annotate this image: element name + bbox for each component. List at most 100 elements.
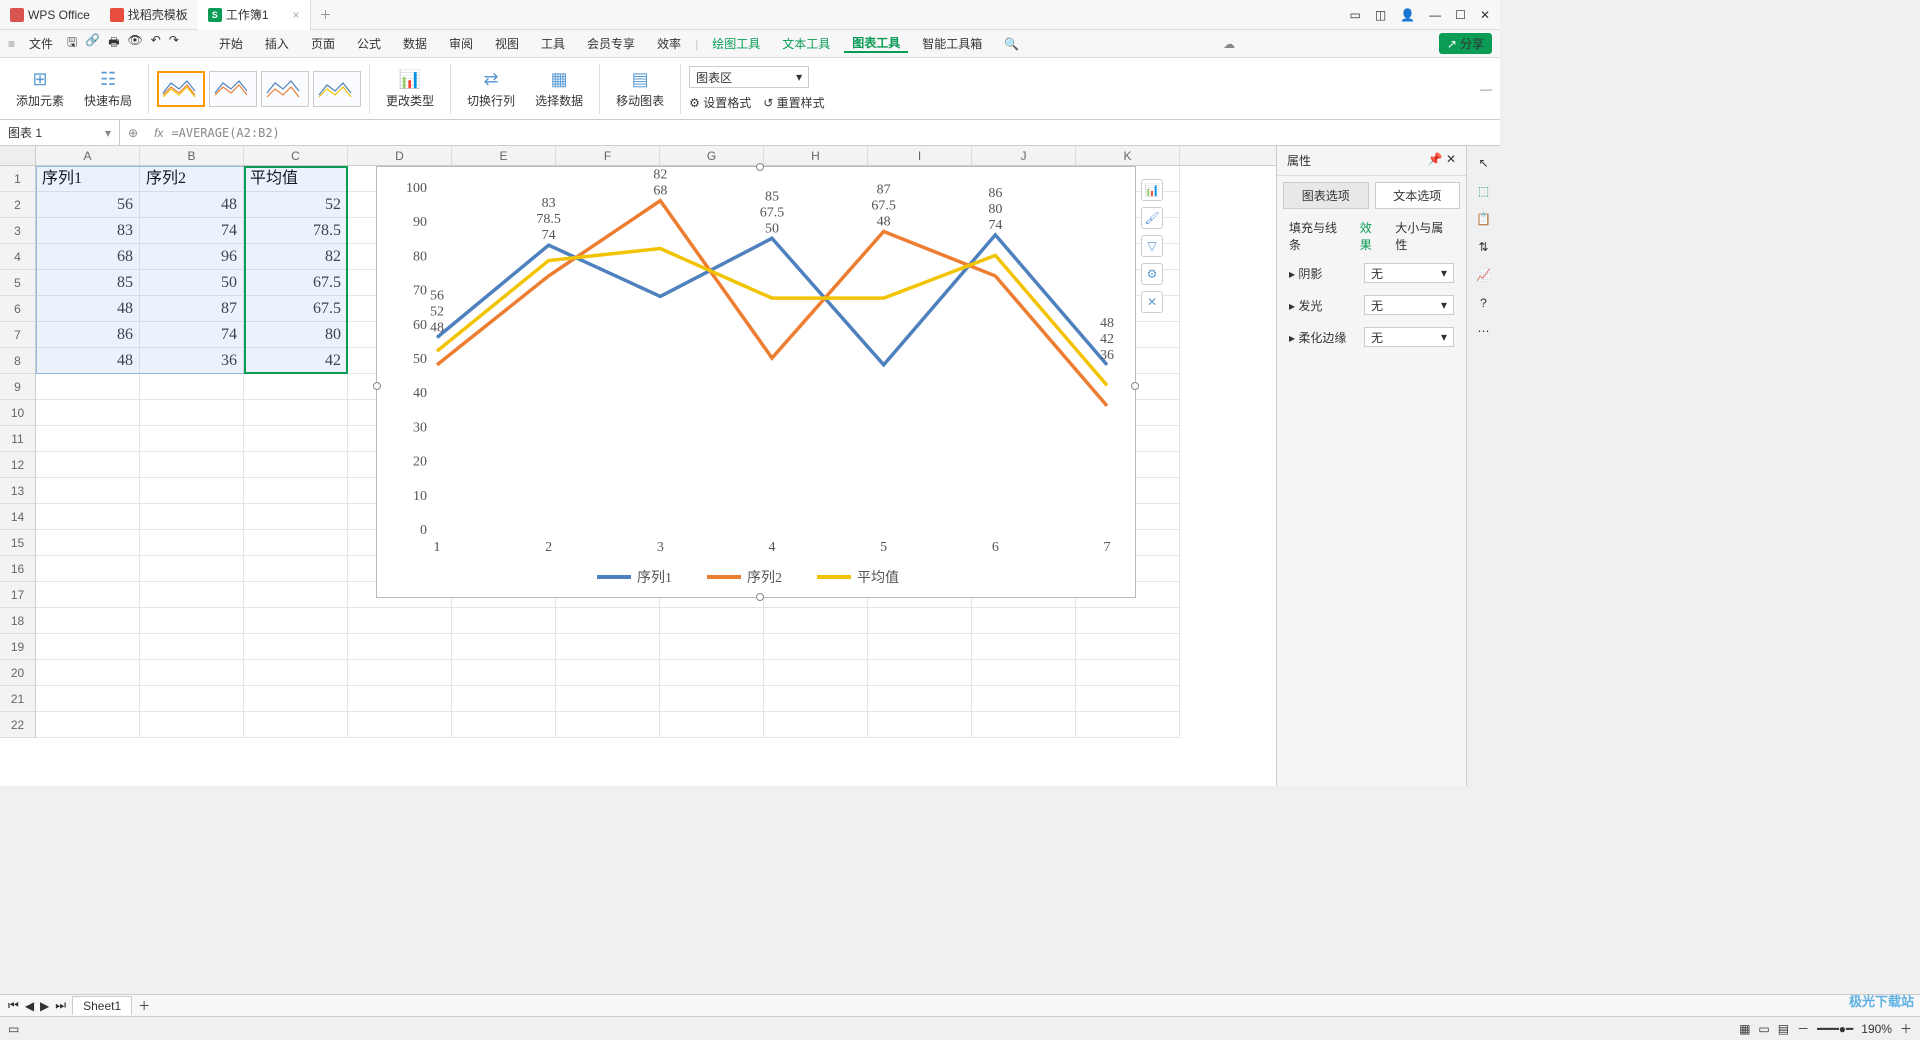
col-header-a[interactable]: A xyxy=(36,146,140,165)
cell[interactable] xyxy=(868,660,972,686)
label-glow[interactable]: 发光 xyxy=(1298,299,1322,313)
cell[interactable]: 56 xyxy=(36,192,140,218)
formula-input[interactable]: =AVERAGE(A2:B2) xyxy=(171,126,279,140)
row-header[interactable]: 8 xyxy=(0,348,36,374)
cell[interactable] xyxy=(868,608,972,634)
row-header[interactable]: 3 xyxy=(0,218,36,244)
col-header-j[interactable]: J xyxy=(972,146,1076,165)
cell[interactable] xyxy=(244,400,348,426)
worksheet[interactable]: A B C D E F G H I J K 1序列1序列2平均值25648523… xyxy=(0,146,1276,786)
cell[interactable]: 序列1 xyxy=(36,166,140,192)
cell[interactable]: 52 xyxy=(244,192,348,218)
cell[interactable] xyxy=(244,556,348,582)
cell[interactable] xyxy=(140,634,244,660)
prev-sheet-icon[interactable]: ◀ xyxy=(25,999,34,1013)
tab-chart-options[interactable]: 图表选项 xyxy=(1283,182,1369,209)
cell[interactable] xyxy=(556,712,660,738)
sheet-tab[interactable]: Sheet1 xyxy=(72,996,132,1015)
cell[interactable] xyxy=(972,634,1076,660)
cell[interactable] xyxy=(660,686,764,712)
cell[interactable] xyxy=(660,608,764,634)
cell[interactable]: 83 xyxy=(36,218,140,244)
cell[interactable] xyxy=(140,686,244,712)
tab-close-icon[interactable]: × xyxy=(293,8,300,22)
menu-data[interactable]: 数据 xyxy=(395,35,435,52)
row-header[interactable]: 2 xyxy=(0,192,36,218)
cell[interactable]: 80 xyxy=(244,322,348,348)
cell[interactable]: 68 xyxy=(36,244,140,270)
set-format-button[interactable]: ⚙ 设置格式 xyxy=(689,94,751,111)
cell[interactable] xyxy=(36,452,140,478)
preview-icon[interactable]: 👁 xyxy=(128,33,143,54)
row-header[interactable]: 5 xyxy=(0,270,36,296)
cell[interactable] xyxy=(556,686,660,712)
cell[interactable] xyxy=(140,582,244,608)
cell[interactable] xyxy=(452,686,556,712)
menu-smart-toolbox[interactable]: 智能工具箱 xyxy=(914,35,990,52)
cell[interactable] xyxy=(452,712,556,738)
chart-elements-icon[interactable]: 📊 xyxy=(1141,179,1163,201)
col-header-i[interactable]: I xyxy=(868,146,972,165)
chart-object[interactable]: 010203040506070809010012345675652488378.… xyxy=(376,166,1136,598)
search-icon[interactable]: 🔍 xyxy=(996,37,1027,51)
name-box[interactable]: 图表 1▾ xyxy=(0,120,120,145)
cell[interactable] xyxy=(244,582,348,608)
reset-style-button[interactable]: ↺ 重置样式 xyxy=(763,94,824,111)
cell[interactable] xyxy=(972,712,1076,738)
maximize-icon[interactable]: ☐ xyxy=(1455,8,1466,22)
cell[interactable] xyxy=(36,712,140,738)
cell[interactable]: 74 xyxy=(140,218,244,244)
chart-style-3[interactable] xyxy=(261,71,309,107)
glow-dropdown[interactable]: 无▾ xyxy=(1364,295,1454,315)
cell[interactable] xyxy=(348,660,452,686)
chart-area-dropdown[interactable]: 图表区▾ xyxy=(689,66,809,88)
chart-style-4[interactable] xyxy=(313,71,361,107)
view-page-icon[interactable]: ▭ xyxy=(1758,1022,1769,1036)
fx-icon[interactable]: fx xyxy=(146,126,171,140)
last-sheet-icon[interactable]: ⏭ xyxy=(55,998,66,1013)
move-chart-button[interactable]: ▤移动图表 xyxy=(608,69,672,109)
zoom-slider[interactable]: ━━━●━ xyxy=(1817,1022,1853,1036)
cell[interactable]: 67.5 xyxy=(244,270,348,296)
row-header[interactable]: 13 xyxy=(0,478,36,504)
redo-icon[interactable]: ↷ xyxy=(169,33,179,54)
chart-style-icon[interactable]: 🖌 xyxy=(1141,207,1163,229)
sub-effects[interactable]: 效果 xyxy=(1360,219,1384,253)
menu-page[interactable]: 页面 xyxy=(303,35,343,52)
row-header[interactable]: 4 xyxy=(0,244,36,270)
zoom-level[interactable]: 190% xyxy=(1861,1022,1892,1036)
row-header[interactable]: 7 xyxy=(0,322,36,348)
cell[interactable] xyxy=(1076,660,1180,686)
cell[interactable]: 48 xyxy=(36,348,140,374)
sub-size-props[interactable]: 大小与属性 xyxy=(1395,219,1454,253)
chart-style-1[interactable] xyxy=(157,71,205,107)
menu-draw-tools[interactable]: 绘图工具 xyxy=(704,35,768,52)
cell[interactable] xyxy=(660,660,764,686)
col-header-g[interactable]: G xyxy=(660,146,764,165)
chart-filter-icon[interactable]: ▽ xyxy=(1141,235,1163,257)
cell[interactable] xyxy=(244,712,348,738)
cell[interactable] xyxy=(452,608,556,634)
cell[interactable] xyxy=(348,712,452,738)
cell[interactable] xyxy=(556,660,660,686)
cell[interactable] xyxy=(244,374,348,400)
menu-view[interactable]: 视图 xyxy=(487,35,527,52)
sort-icon[interactable]: ⇅ xyxy=(1478,240,1488,254)
cell[interactable] xyxy=(244,686,348,712)
row-header[interactable]: 14 xyxy=(0,504,36,530)
panel-close-icon[interactable]: ✕ xyxy=(1446,152,1456,166)
row-header[interactable]: 1 xyxy=(0,166,36,192)
switch-rowcol-button[interactable]: ⇄切换行列 xyxy=(459,69,523,109)
cell[interactable]: 48 xyxy=(140,192,244,218)
cell[interactable]: 平均值 xyxy=(244,166,348,192)
select-tool-icon[interactable]: ↖ xyxy=(1478,156,1488,170)
cell[interactable] xyxy=(244,530,348,556)
cell[interactable] xyxy=(244,478,348,504)
cell[interactable] xyxy=(140,374,244,400)
cell[interactable]: 50 xyxy=(140,270,244,296)
cell[interactable] xyxy=(764,660,868,686)
cell[interactable] xyxy=(764,712,868,738)
next-sheet-icon[interactable]: ▶ xyxy=(40,999,49,1013)
share-button[interactable]: ↗ 分享 xyxy=(1439,33,1492,54)
view-break-icon[interactable]: ▤ xyxy=(1778,1022,1789,1036)
